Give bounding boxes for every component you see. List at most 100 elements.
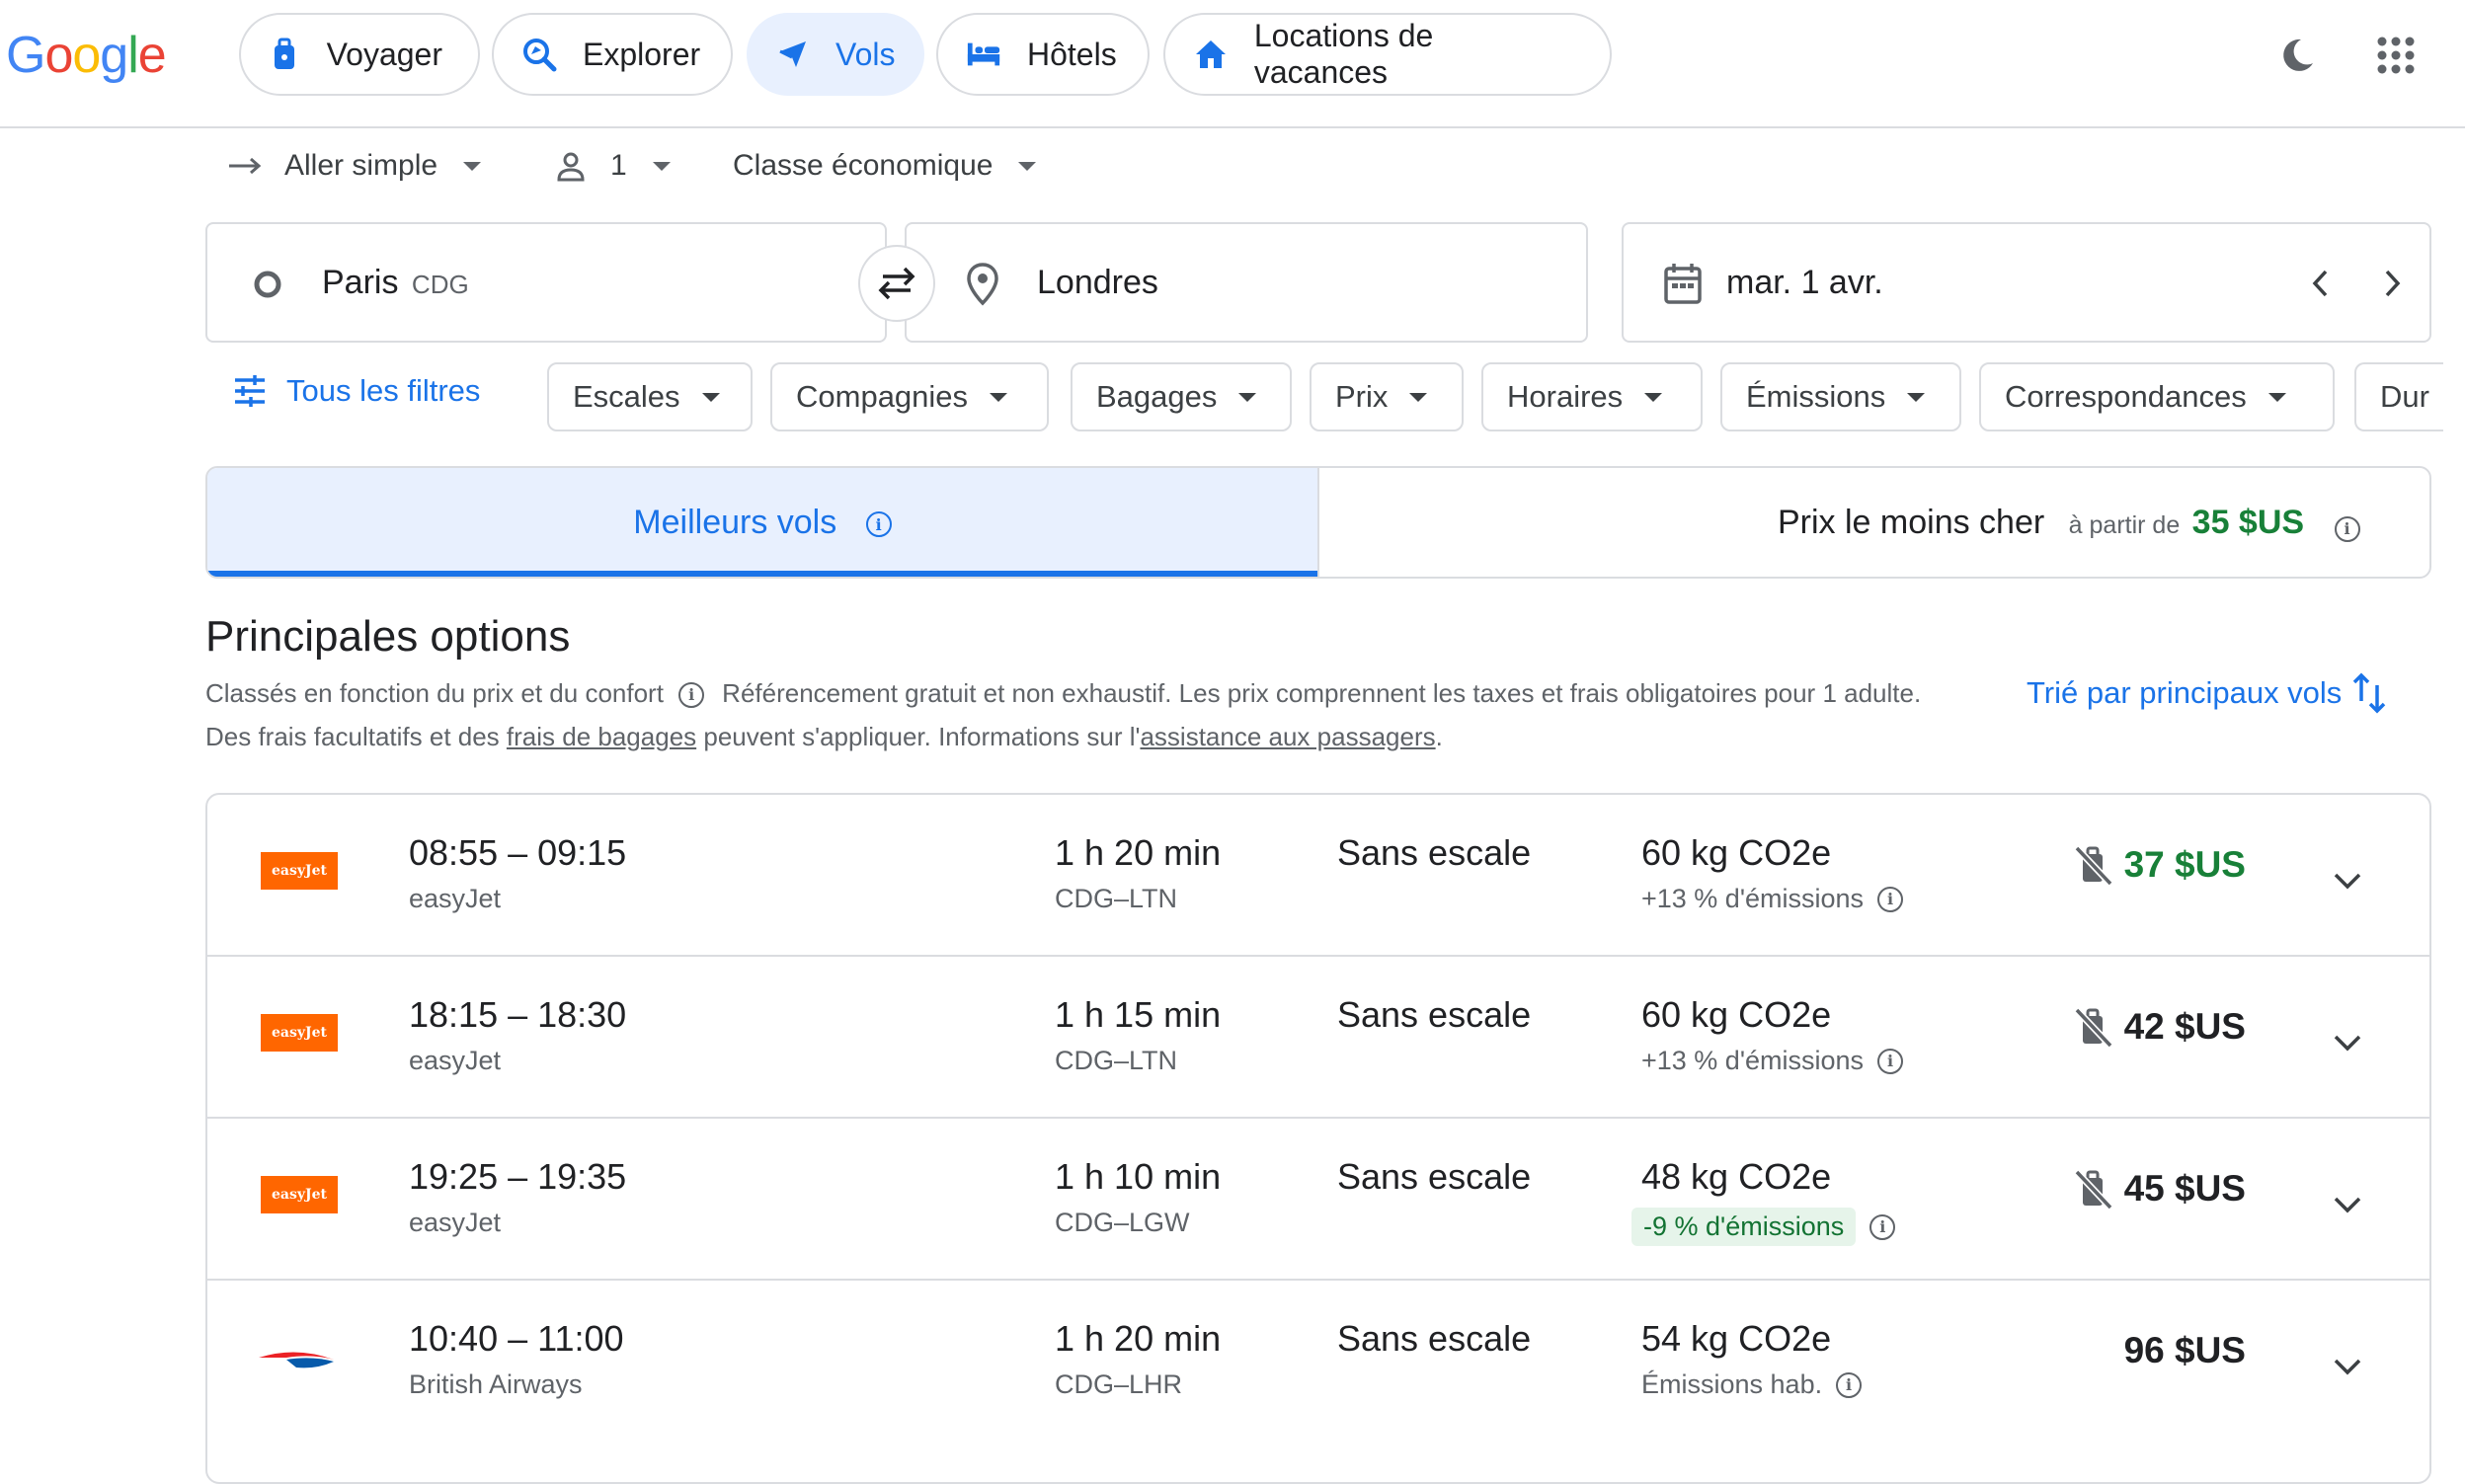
- passengers-select[interactable]: 1: [555, 146, 671, 186]
- filter-prix[interactable]: Prix: [1310, 362, 1464, 431]
- date-field[interactable]: mar. 1 avr.: [1622, 222, 2431, 343]
- destination-field[interactable]: Londres: [905, 222, 1588, 343]
- swap-button[interactable]: [858, 245, 935, 322]
- filter-bagages-label: Bagages: [1096, 379, 1218, 414]
- chevron-down-icon: [463, 161, 482, 171]
- calendar-icon: [1664, 264, 1702, 304]
- section-description: Classés en fonction du prix et du confor…: [205, 671, 1963, 758]
- destination-value: Londres: [1037, 264, 1158, 301]
- sort-tabs: Meilleurs vols i Prix le moins cher à pa…: [205, 466, 2431, 579]
- expand-chevron-icon[interactable]: [2331, 1350, 2364, 1383]
- info-icon[interactable]: i: [1877, 1048, 1904, 1074]
- active-tab-indicator: [207, 571, 1317, 577]
- nav-explorer[interactable]: Explorer: [492, 13, 733, 96]
- nav-hotels[interactable]: Hôtels: [936, 13, 1150, 96]
- filter-emissions[interactable]: Émissions: [1720, 362, 1961, 431]
- dark-mode-icon[interactable]: [2277, 36, 2317, 75]
- flight-price: 96 $US: [2124, 1330, 2246, 1371]
- flight-stops: Sans escale: [1337, 994, 1532, 1035]
- all-filters-label: Tous les filtres: [286, 373, 481, 408]
- cabin-class-select[interactable]: Classe économique: [733, 146, 1037, 186]
- flight-row[interactable]: easyJet 08:55 – 09:15 easyJet 1 h 20 min…: [207, 795, 2429, 957]
- nav-hotels-label: Hôtels: [1027, 36, 1117, 72]
- co2-value: 48 kg CO2e: [1641, 1156, 1832, 1197]
- filter-compagnies[interactable]: Compagnies: [770, 362, 1049, 431]
- emissions-label: +13 % d'émissions: [1641, 1046, 1865, 1075]
- location-pin-icon: [967, 263, 998, 306]
- travel-bag-icon: [269, 37, 301, 72]
- chevron-down-icon: [701, 392, 720, 402]
- emissions-label: Émissions hab.: [1641, 1369, 1823, 1399]
- flight-route: CDG–LHR: [1055, 1369, 1183, 1399]
- date-next-button[interactable]: [2382, 269, 2402, 298]
- flight-duration: 1 h 20 min: [1055, 832, 1222, 873]
- sort-button[interactable]: Trié par principaux vols: [2027, 671, 2387, 715]
- nav-vols[interactable]: Vols: [747, 13, 924, 96]
- price-value: 37 $US: [2123, 844, 2246, 885]
- filter-escales[interactable]: Escales: [547, 362, 753, 431]
- origin-circle-icon: [254, 271, 281, 298]
- chevron-down-icon: [1018, 161, 1037, 171]
- tune-icon: [235, 375, 265, 407]
- airline-name: easyJet: [409, 884, 502, 913]
- nav-locations-vacances[interactable]: Locations de vacances: [1163, 13, 1612, 96]
- google-logo[interactable]: Google: [6, 26, 167, 85]
- desc-end: .: [1435, 722, 1443, 751]
- info-icon[interactable]: i: [2334, 515, 2360, 542]
- price-value: 42 $US: [2123, 1006, 2246, 1047]
- filter-bagages[interactable]: Bagages: [1071, 362, 1292, 431]
- all-filters-button[interactable]: Tous les filtres: [233, 373, 480, 409]
- emissions-info: Émissions hab. i: [1641, 1369, 1863, 1400]
- info-icon[interactable]: i: [1877, 886, 1904, 912]
- flight-price: 42 $US: [2073, 1006, 2246, 1048]
- nav-voyager-label: Voyager: [326, 36, 442, 72]
- apps-grid-icon[interactable]: [2376, 36, 2416, 75]
- info-icon[interactable]: i: [1836, 1371, 1863, 1398]
- nav-voyager[interactable]: Voyager: [239, 13, 480, 96]
- expand-chevron-icon[interactable]: [2331, 1188, 2364, 1221]
- filter-correspondances[interactable]: Correspondances: [1979, 362, 2335, 431]
- chevron-down-icon: [1907, 392, 1926, 402]
- bag-fees-link[interactable]: frais de bagages: [507, 722, 696, 751]
- expand-chevron-icon[interactable]: [2331, 1026, 2364, 1059]
- date-value: mar. 1 avr.: [1726, 264, 1883, 301]
- filter-horaires[interactable]: Horaires: [1481, 362, 1703, 431]
- tab-meilleurs-vols-label: Meilleurs vols: [633, 504, 837, 541]
- flight-row[interactable]: 10:40 – 11:00 British Airways 1 h 20 min…: [207, 1281, 2429, 1443]
- flight-duration: 1 h 20 min: [1055, 1318, 1222, 1359]
- no-carry-on-bag-icon: [2074, 1169, 2113, 1210]
- chevron-down-icon: [990, 392, 1008, 402]
- flight-times: 18:15 – 18:30: [409, 994, 627, 1035]
- flight-times: 08:55 – 09:15: [409, 832, 627, 873]
- tab-meilleurs-vols[interactable]: Meilleurs vols i: [207, 468, 1319, 577]
- from-label: à partir de: [2068, 511, 2181, 539]
- origin-field[interactable]: Paris CDG: [205, 222, 887, 343]
- trip-type-label: Aller simple: [284, 149, 438, 182]
- assistance-link[interactable]: assistance aux passagers: [1140, 722, 1435, 751]
- tab-prix-moins-cher[interactable]: Prix le moins cher à partir de 35 $US i: [1319, 468, 2429, 577]
- emissions-info: +13 % d'émissions i: [1641, 884, 1904, 914]
- info-icon[interactable]: i: [1869, 1213, 1896, 1240]
- filter-duree[interactable]: Dur: [2354, 362, 2443, 431]
- trip-type-select[interactable]: Aller simple: [227, 146, 482, 186]
- info-icon[interactable]: i: [865, 511, 892, 538]
- section-title: Principales options: [205, 612, 571, 661]
- flight-row[interactable]: easyJet 19:25 – 19:35 easyJet 1 h 10 min…: [207, 1119, 2429, 1281]
- expand-chevron-icon[interactable]: [2331, 864, 2364, 898]
- airline-name: British Airways: [409, 1369, 583, 1399]
- info-icon[interactable]: i: [678, 682, 705, 709]
- sort-arrows-icon: [2353, 672, 2386, 714]
- co2-value: 60 kg CO2e: [1641, 832, 1832, 873]
- origin-city: Paris: [322, 264, 399, 301]
- easyjet-logo: easyJet: [261, 1014, 338, 1052]
- plane-icon: [776, 37, 810, 72]
- chevron-down-icon: [1644, 392, 1663, 402]
- tab-prix-moins-cher-label: Prix le moins cher: [1778, 504, 2045, 541]
- flight-duration: 1 h 15 min: [1055, 994, 1222, 1035]
- flight-times: 10:40 – 11:00: [409, 1318, 624, 1359]
- flight-row[interactable]: easyJet 18:15 – 18:30 easyJet 1 h 15 min…: [207, 957, 2429, 1119]
- emissions-label: +13 % d'émissions: [1641, 884, 1865, 913]
- co2-value: 54 kg CO2e: [1641, 1318, 1832, 1359]
- emissions-info: +13 % d'émissions i: [1641, 1046, 1904, 1076]
- date-prev-button[interactable]: [2311, 269, 2331, 298]
